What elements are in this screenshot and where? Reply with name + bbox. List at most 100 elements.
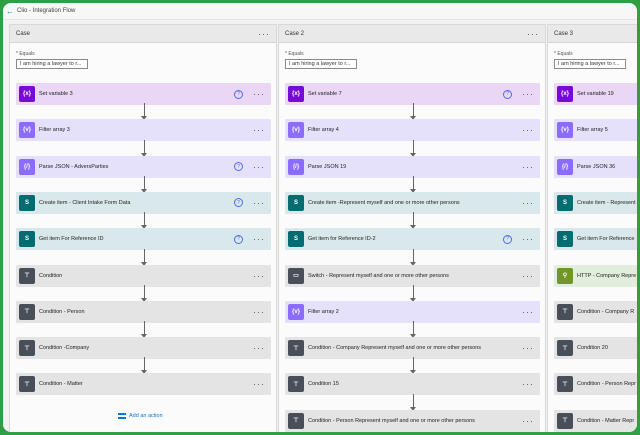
more-options-icon[interactable]: ··· [522,271,534,281]
action-card[interactable]: {x}Set variable 19··· [554,83,637,105]
data-operation-icon: {v} [557,122,573,139]
more-options-icon[interactable]: ··· [253,89,265,99]
more-options-icon[interactable]: ··· [253,234,265,244]
designer-canvas[interactable]: Case ··· * Equals I am hiring a lawyer to r… [3,20,637,432]
action-card[interactable]: ⊤ Condition -Company ··· [16,337,271,360]
more-options-icon[interactable]: ··· [527,29,539,39]
action-card[interactable]: ⊤Condition - Matter Repr··· [554,409,637,432]
control-icon: ▭ [288,267,304,284]
more-options-icon[interactable]: ··· [522,343,534,353]
action-label: Condition - Person [39,308,85,315]
more-options-icon[interactable]: ··· [522,125,534,135]
more-options-icon[interactable]: ··· [522,198,534,208]
more-options-icon[interactable]: ··· [253,271,265,281]
action-card[interactable]: ⊤Condition - Company R··· [554,300,637,323]
data-operation-icon: {/} [288,158,304,175]
sharepoint-icon: S [557,194,573,211]
case-title: Case [16,30,31,37]
more-options-icon[interactable]: ··· [522,416,534,426]
equals-label: * Equals [285,51,304,57]
equals-input[interactable]: I am hiring a lawyer to r... [16,59,88,69]
data-operation-icon: {/} [557,158,573,175]
add-action-button[interactable]: Add an action [118,413,163,420]
app-frame: ← Clio - Integration Flow Case ··· * Equal… [3,3,637,432]
action-card[interactable]: ⊤ Condition ··· [16,264,271,287]
action-card[interactable]: S Get item For Reference ID? ··· [16,228,271,251]
help-icon[interactable]: ? [503,89,512,99]
switch-case-column: Case ··· * Equals I am hiring a lawyer to r… [9,24,277,432]
help-icon[interactable]: ? [503,234,512,244]
action-card[interactable]: ⊤Condition - Person Repr··· [554,373,637,396]
action-label: Condition - Company R [577,308,635,315]
action-label: Get item for Reference ID-2 [308,236,376,243]
action-card[interactable]: {v}Filter array 5··· [554,119,637,142]
action-label: Condition 15 [308,381,339,388]
more-options-icon[interactable]: ··· [522,307,534,317]
help-icon[interactable]: ? [234,162,243,172]
back-arrow-icon[interactable]: ← [3,7,17,16]
action-card[interactable]: ⊤Condition 20··· [554,337,637,360]
action-card[interactable]: ▭ Switch - Represent myself and one or mo… [285,264,540,287]
action-card[interactable]: ⚲HTTP - Company Repre··· [554,264,637,287]
more-options-icon[interactable]: ··· [253,379,265,389]
action-card[interactable]: {/} Parse JSON 19 ··· [285,155,540,178]
action-card[interactable]: {x} Set variable 7? ··· [285,83,540,105]
add-action-label: Add an action [129,413,163,420]
control-icon: ⊤ [19,376,35,393]
more-options-icon[interactable]: ··· [253,307,265,317]
action-card[interactable]: SGet item For Reference··· [554,228,637,251]
action-label: Filter array 2 [308,308,339,315]
data-operation-icon: {v} [19,122,35,139]
action-label: Condition - Person Represent myself and … [308,417,475,424]
more-options-icon[interactable]: ··· [522,234,534,244]
help-icon[interactable]: ? [234,198,243,208]
action-label: Condition [39,272,63,279]
control-icon: ⊤ [288,376,304,393]
help-icon[interactable]: ? [234,89,243,99]
help-icon[interactable]: ? [234,234,243,244]
action-card[interactable]: ⊤ Condition - Matter ··· [16,373,271,396]
more-options-icon[interactable]: ··· [522,162,534,172]
connector-arrow [409,321,416,339]
control-icon: ⊤ [557,376,573,393]
more-options-icon[interactable]: ··· [258,29,270,39]
action-card[interactable]: {v} Filter array 4 ··· [285,119,540,142]
action-label: Switch - Represent myself and one or mor… [308,272,449,279]
action-label: HTTP - Company Repre [577,272,637,279]
action-card[interactable]: SCreate item - Represent··· [554,191,637,214]
action-card[interactable]: {x} Set variable 3? ··· [16,83,271,105]
more-options-icon[interactable]: ··· [522,89,534,99]
equals-label: * Equals [16,51,35,57]
more-options-icon[interactable]: ··· [253,343,265,353]
more-options-icon[interactable]: ··· [253,125,265,135]
sharepoint-icon: S [19,231,35,248]
action-card[interactable]: ⊤ Condition - Person ··· [16,300,271,323]
action-label: Set variable 3 [39,91,73,97]
action-card[interactable]: S Create item - Client Intake Form Data? ·… [16,191,271,214]
more-options-icon[interactable]: ··· [253,198,265,208]
connector-arrow [409,175,416,193]
more-options-icon[interactable]: ··· [253,162,265,172]
action-card[interactable]: {/}Parse JSON 36··· [554,155,637,178]
action-label: Set variable 7 [308,91,342,97]
action-card[interactable]: {v} Filter array 2 ··· [285,300,540,323]
equals-input[interactable]: I am hiring a lawyer to r... [554,59,626,69]
case-header[interactable]: Case 3··· [548,25,637,43]
case-header[interactable]: Case 2 ··· [279,25,545,43]
add-action-icon [118,413,126,420]
action-card[interactable]: ⊤ Condition - Company Represent myself an… [285,337,540,360]
action-card[interactable]: S Create item -Represent myself and one o… [285,191,540,214]
action-label: Condition -Company [39,345,90,352]
equals-input[interactable]: I am hiring a lawyer to r... [285,59,357,69]
action-card[interactable]: ⊤ Condition - Person Represent myself and… [285,409,540,432]
action-card[interactable]: {/} Parse JSON - AdversParties? ··· [16,155,271,178]
more-options-icon[interactable]: ··· [522,379,534,389]
action-label: Set variable 19 [577,91,614,97]
action-card[interactable]: ⊤ Condition 15 ··· [285,373,540,396]
case-header[interactable]: Case ··· [10,25,276,43]
action-card[interactable]: {v} Filter array 3 ··· [16,119,271,142]
control-icon: ⊤ [19,303,35,320]
action-card[interactable]: S Get item for Reference ID-2? ··· [285,228,540,251]
action-label: Condition - Matter Repr [577,417,635,424]
action-label: Filter array 4 [308,127,339,134]
